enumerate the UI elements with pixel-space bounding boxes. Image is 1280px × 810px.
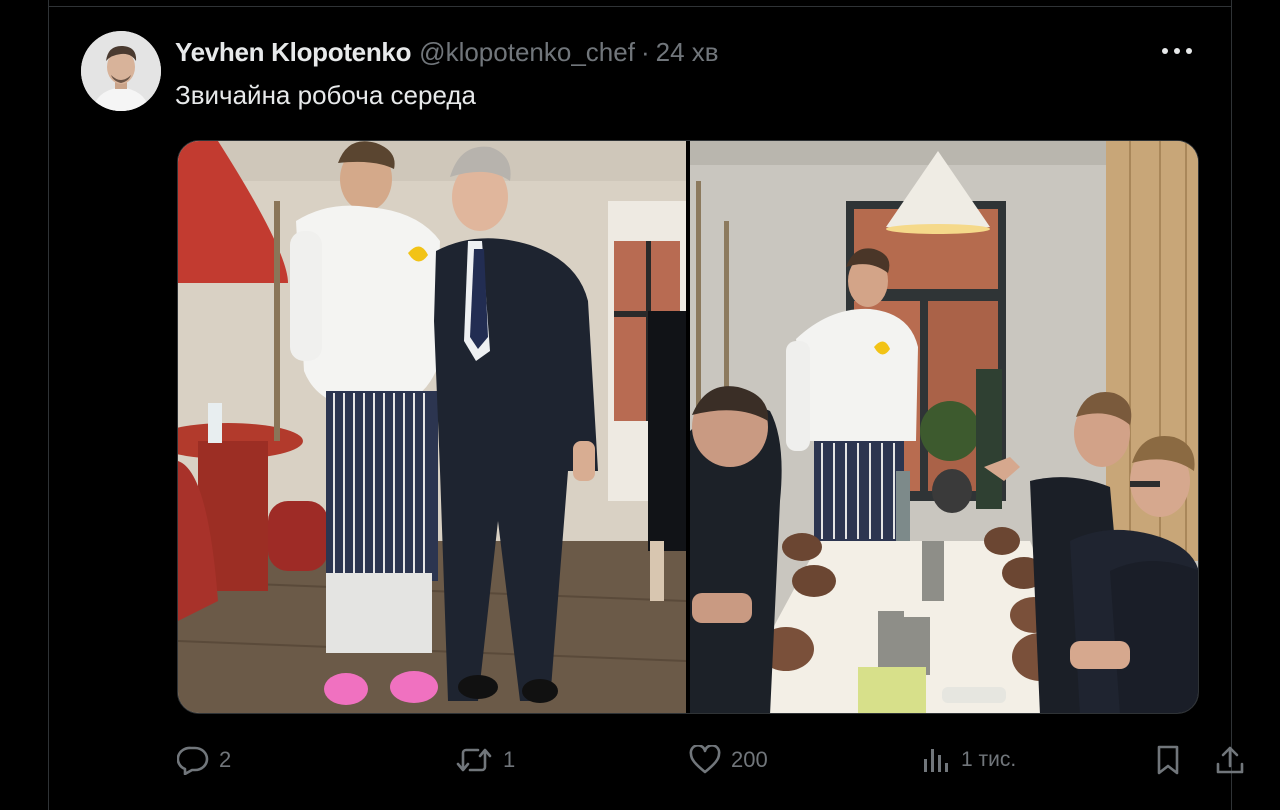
repost-count: 1 (503, 747, 516, 772)
share-upload-icon (1216, 746, 1244, 774)
more-options-button[interactable] (1155, 36, 1199, 66)
timeline-column: Yevhen Klopotenko @klopotenko_chef · 24 … (48, 0, 1244, 810)
reply-button[interactable]: 2 (177, 740, 231, 780)
post-divider (49, 6, 1231, 7)
author-name[interactable]: Yevhen Klopotenko (175, 37, 411, 68)
post-photo-2[interactable] (690, 141, 1198, 713)
like-count: 200 (731, 747, 768, 772)
heart-icon (689, 745, 721, 774)
views-button[interactable]: 1 тис. (921, 740, 1016, 780)
author-handle[interactable]: @klopotenko_chef (419, 37, 635, 68)
post-photo-1[interactable] (178, 141, 686, 713)
post-text: Звичайна робоча середа (175, 80, 476, 110)
post-actions: 2 1 200 1 тис. (175, 740, 1244, 780)
bookmark-icon (1157, 745, 1179, 775)
post-media-grid (177, 140, 1199, 714)
left-gutter (0, 0, 48, 810)
like-button[interactable]: 200 (689, 740, 768, 780)
post-timestamp[interactable]: 24 хв (656, 37, 719, 68)
analytics-bars-icon (924, 749, 948, 772)
repost-button[interactable]: 1 (455, 740, 515, 780)
more-horizontal-icon (1162, 48, 1192, 54)
avatar[interactable] (81, 31, 161, 111)
right-gutter (1232, 0, 1280, 810)
views-count: 1 тис. (961, 748, 1017, 771)
reply-bubble-icon (177, 746, 209, 775)
post-header: Yevhen Klopotenko @klopotenko_chef · 24 … (175, 36, 719, 68)
repost-arrows-icon (456, 748, 492, 772)
header-separator: · (640, 36, 650, 67)
bookmark-button[interactable] (1155, 740, 1181, 780)
reply-count: 2 (219, 747, 232, 772)
share-button[interactable] (1215, 740, 1245, 780)
